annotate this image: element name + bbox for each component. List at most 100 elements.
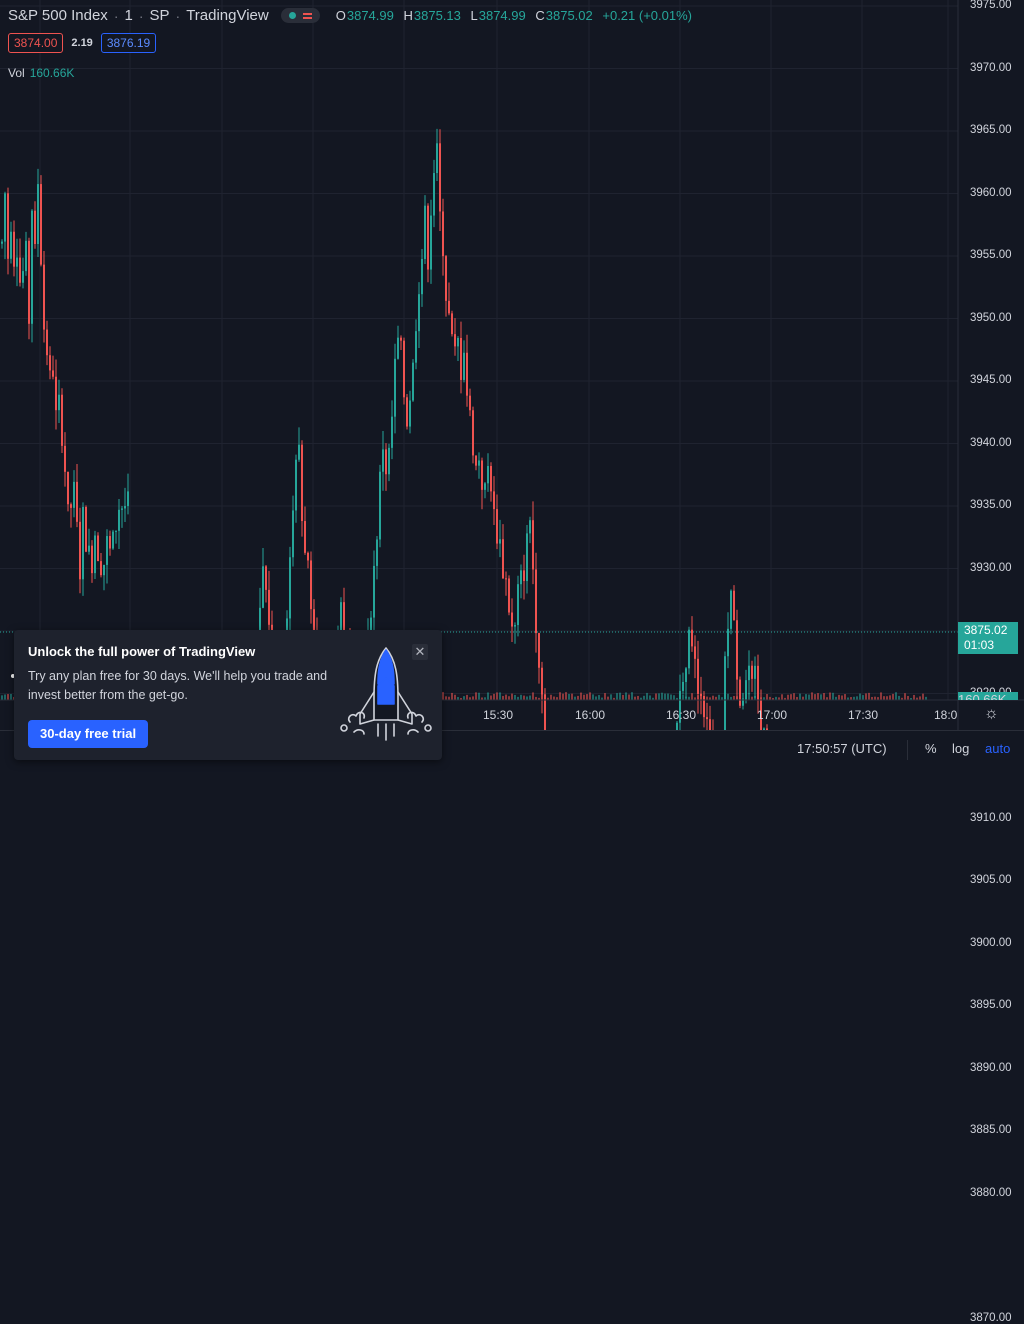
- volume-bar: [529, 696, 531, 700]
- candle-body: [16, 258, 18, 267]
- volume-bar: [565, 692, 567, 700]
- candle-body: [751, 666, 753, 679]
- percent-scale-toggle[interactable]: %: [925, 741, 937, 756]
- data-delay-icon: [303, 13, 312, 19]
- volume-bar: [685, 697, 687, 700]
- symbol-title[interactable]: S&P 500 Index: [8, 7, 108, 24]
- candle-body: [127, 491, 129, 506]
- volume-bar: [673, 695, 675, 700]
- volume-bar: [880, 692, 882, 700]
- price-axis-label: 3870.00: [970, 1312, 1012, 1324]
- market-open-dot-icon: [289, 12, 296, 19]
- log-scale-toggle[interactable]: log: [952, 741, 969, 756]
- volume-bar: [520, 695, 522, 700]
- candle-body: [82, 507, 84, 579]
- volume-bar: [823, 693, 825, 700]
- price-axis-label: 3880.00: [970, 1187, 1012, 1199]
- candle-body: [70, 504, 72, 508]
- market-status-indicator[interactable]: [281, 8, 320, 23]
- price-axis-label: 3940.00: [970, 437, 1012, 449]
- volume-bar: [829, 693, 831, 700]
- volume-bar: [904, 693, 906, 700]
- price-axis-label: 3895.00: [970, 999, 1012, 1011]
- candle-body: [688, 630, 690, 669]
- volume-bar: [736, 696, 738, 700]
- candle-body: [475, 455, 477, 465]
- volume-bar: [856, 696, 858, 700]
- price-axis-label: 3975.00: [970, 0, 1012, 11]
- volume-bar: [742, 693, 744, 700]
- price-axis-label: 3905.00: [970, 874, 1012, 886]
- candle-body: [448, 301, 450, 314]
- close-key: C: [535, 8, 544, 23]
- candle-body: [505, 578, 507, 579]
- volume-bar: [886, 696, 888, 700]
- candle-body: [460, 338, 462, 380]
- volume-bar: [598, 695, 600, 700]
- volume-bar: [442, 692, 444, 700]
- volume-bar: [616, 693, 618, 700]
- ask-price-box[interactable]: 3876.19: [101, 33, 156, 53]
- candle-body: [292, 510, 294, 557]
- volume-bar: [589, 692, 591, 700]
- volume-bar: [691, 693, 693, 700]
- price-axis-label: 3910.00: [970, 812, 1012, 824]
- volume-value: 160.66K: [30, 66, 75, 80]
- volume-bar: [508, 696, 510, 700]
- utc-clock[interactable]: 17:50:57 (UTC): [797, 741, 887, 756]
- promo-text: Try any plan free for 30 days. We'll hel…: [28, 667, 328, 705]
- candle-body: [541, 668, 543, 695]
- separator-dot: ·: [176, 8, 181, 24]
- candle-body: [472, 410, 474, 455]
- candle-body: [124, 506, 126, 508]
- volume-bar: [466, 695, 468, 700]
- volume-bar: [892, 694, 894, 700]
- candle-body: [394, 359, 396, 417]
- volume-bar: [493, 694, 495, 700]
- volume-bar: [748, 693, 750, 700]
- volume-bar: [505, 695, 507, 700]
- volume-bar: [922, 694, 924, 700]
- candle-body: [397, 338, 399, 359]
- auto-scale-toggle[interactable]: auto: [985, 741, 1010, 756]
- candle-body: [484, 483, 486, 490]
- volume-bar: [451, 693, 453, 700]
- free-trial-button[interactable]: 30-day free trial: [28, 720, 148, 748]
- volume-bar: [637, 696, 639, 700]
- low-value: 3874.99: [479, 8, 526, 23]
- candle-body: [469, 396, 471, 411]
- bid-price-box[interactable]: 3874.00: [8, 33, 63, 53]
- candle-body: [13, 232, 15, 267]
- volume-bar: [664, 694, 666, 700]
- candle-body: [385, 449, 387, 474]
- ohlc-values: O3874.99 H3875.13 L3874.99 C3875.02 +0.2…: [336, 8, 698, 23]
- price-axis-label: 3945.00: [970, 374, 1012, 386]
- candle-body: [727, 629, 729, 656]
- candle-body: [307, 553, 309, 561]
- volume-bar: [862, 695, 864, 700]
- candle-body: [517, 584, 519, 625]
- candle-body: [295, 460, 297, 511]
- volume-bar: [523, 696, 525, 700]
- promo-popup: Unlock the full power of TradingView Try…: [14, 630, 442, 760]
- candle-body: [535, 569, 537, 633]
- candle-body: [109, 536, 111, 548]
- volume-bar: [841, 695, 843, 700]
- candle-body: [304, 521, 306, 553]
- candle-body: [457, 338, 459, 346]
- candle-body: [118, 510, 120, 531]
- candle-body: [430, 216, 432, 270]
- chart-settings-gear-icon[interactable]: ☼: [984, 706, 1000, 722]
- volume-bar: [4, 694, 6, 700]
- price-axis-label: 3960.00: [970, 187, 1012, 199]
- price-axis-label: 3885.00: [970, 1124, 1012, 1136]
- candle-body: [298, 445, 300, 460]
- volume-bar: [820, 694, 822, 700]
- interval-label[interactable]: 1: [124, 7, 132, 24]
- volume-bar: [7, 694, 9, 700]
- volume-bar: [610, 694, 612, 700]
- candle-body: [37, 184, 39, 244]
- volume-bar: [718, 695, 720, 700]
- volume-bar: [595, 696, 597, 700]
- time-axis-label: 18:0: [934, 708, 957, 722]
